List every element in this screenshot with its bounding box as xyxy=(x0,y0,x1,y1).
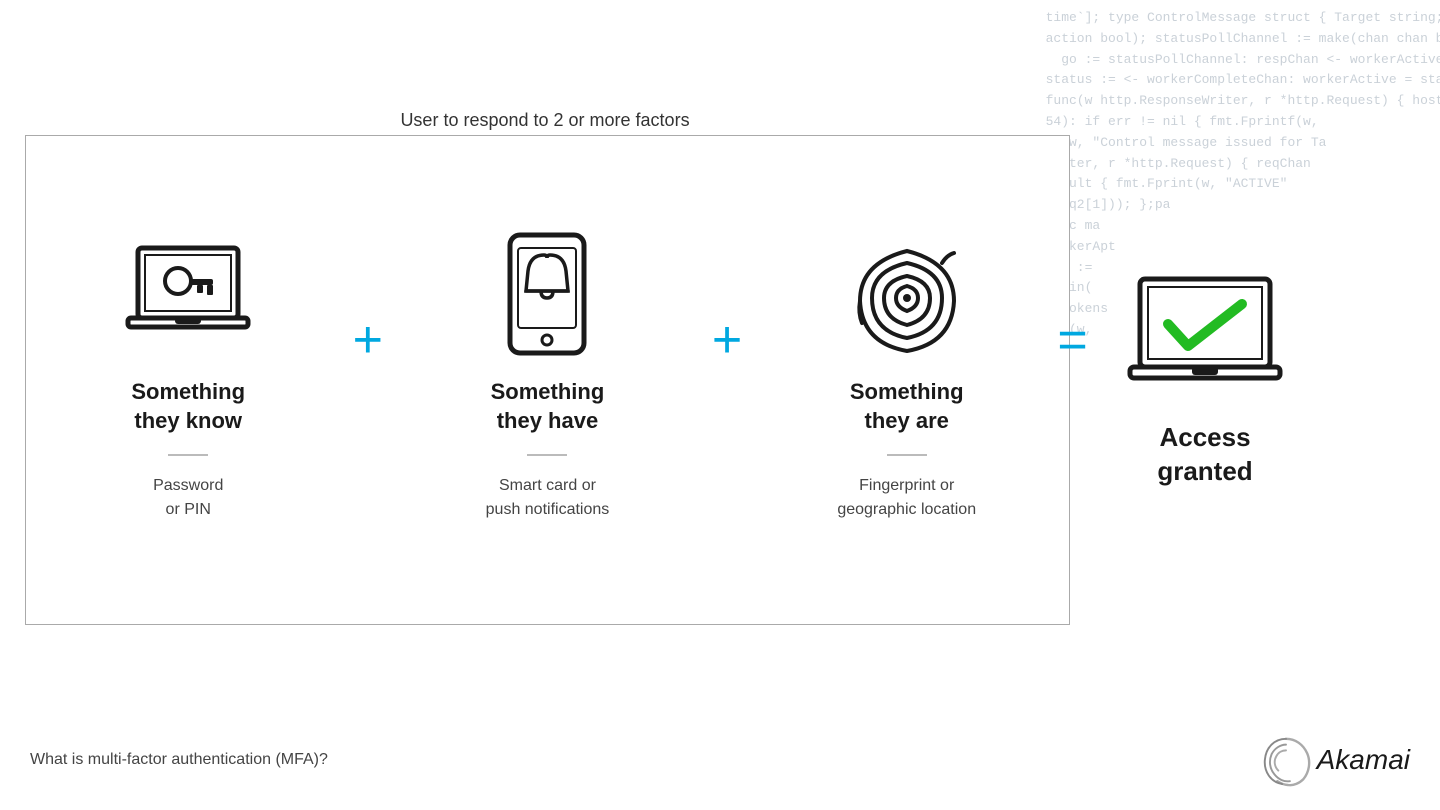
factor-have: Somethingthey have Smart card orpush not… xyxy=(447,238,647,521)
laptop-check-icon xyxy=(1125,271,1285,401)
factor-are-divider xyxy=(887,454,927,456)
factor-have-label: Somethingthey have xyxy=(491,378,605,435)
laptop-key-icon xyxy=(123,238,253,358)
factor-have-sublabel: Smart card orpush notifications xyxy=(486,474,610,522)
akamai-wordmark: Akamai xyxy=(1317,744,1410,776)
factor-are-sublabel: Fingerprint orgeographic location xyxy=(837,474,976,522)
factor-know-sublabel: Passwordor PIN xyxy=(153,474,223,522)
akamai-arc-icon xyxy=(1261,735,1311,785)
plus-operator-2: + xyxy=(712,310,742,450)
diagram-box: Somethingthey know Passwordor PIN + xyxy=(25,135,1070,625)
diagram-title: User to respond to 2 or more factors xyxy=(50,110,1040,131)
factor-are-label: Somethingthey are xyxy=(850,378,964,435)
items-row: Somethingthey know Passwordor PIN + xyxy=(26,136,1069,624)
result-item: Accessgranted xyxy=(1095,135,1315,625)
footer: What is multi-factor authentication (MFA… xyxy=(0,735,1440,785)
factor-know-label: Somethingthey know xyxy=(131,378,245,435)
factor-know: Somethingthey know Passwordor PIN xyxy=(88,238,288,521)
fingerprint-icon xyxy=(842,238,972,358)
result-label: Accessgranted xyxy=(1157,421,1252,489)
factor-are: Somethingthey are Fingerprint orgeograph… xyxy=(807,238,1007,521)
phone-notification-icon xyxy=(482,238,612,358)
akamai-logo: Akamai xyxy=(1261,735,1410,785)
footer-text: What is multi-factor authentication (MFA… xyxy=(30,751,328,769)
factor-know-divider xyxy=(168,454,208,456)
plus-operator-1: + xyxy=(353,310,383,450)
factor-have-divider xyxy=(527,454,567,456)
equals-operator: = xyxy=(1045,135,1100,625)
main-content: User to respond to 2 or more factors xyxy=(0,0,1440,810)
